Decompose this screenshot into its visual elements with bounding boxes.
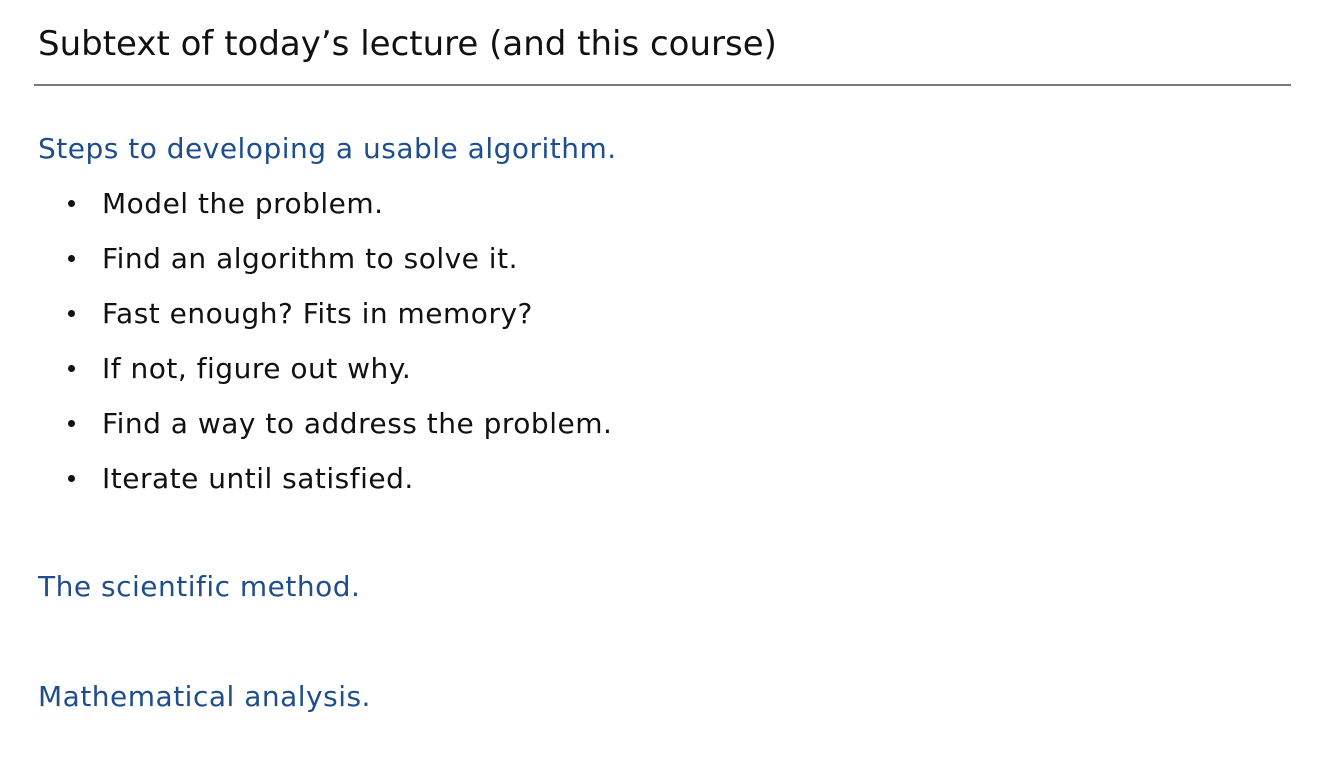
step-text: Find a way to address the problem. [102,407,613,440]
bullet-icon [68,365,75,372]
bullet-icon [68,200,75,207]
step-text: Iterate until satisfied. [102,462,414,495]
list-item: Model the problem. [62,184,612,239]
scientific-method-heading: The scientific method. [38,570,361,603]
list-item: Fast enough? Fits in memory? [62,294,612,349]
mathematical-analysis-heading: Mathematical analysis. [38,680,371,713]
bullet-icon [68,310,75,317]
steps-heading: Steps to developing a usable algorithm. [38,132,617,165]
step-text: Model the problem. [102,187,384,220]
list-item: Find an algorithm to solve it. [62,239,612,294]
list-item: Iterate until satisfied. [62,459,612,514]
step-text: Fast enough? Fits in memory? [102,297,533,330]
step-text: If not, figure out why. [102,352,412,385]
steps-list: Model the problem. Find an algorithm to … [62,184,612,514]
title-divider [34,84,1291,86]
slide-title: Subtext of today’s lecture (and this cou… [38,24,777,64]
bullet-icon [68,475,75,482]
list-item: Find a way to address the problem. [62,404,612,459]
step-text: Find an algorithm to solve it. [102,242,518,275]
bullet-icon [68,420,75,427]
list-item: If not, figure out why. [62,349,612,404]
bullet-icon [68,255,75,262]
lecture-slide: Subtext of today’s lecture (and this cou… [0,0,1343,782]
